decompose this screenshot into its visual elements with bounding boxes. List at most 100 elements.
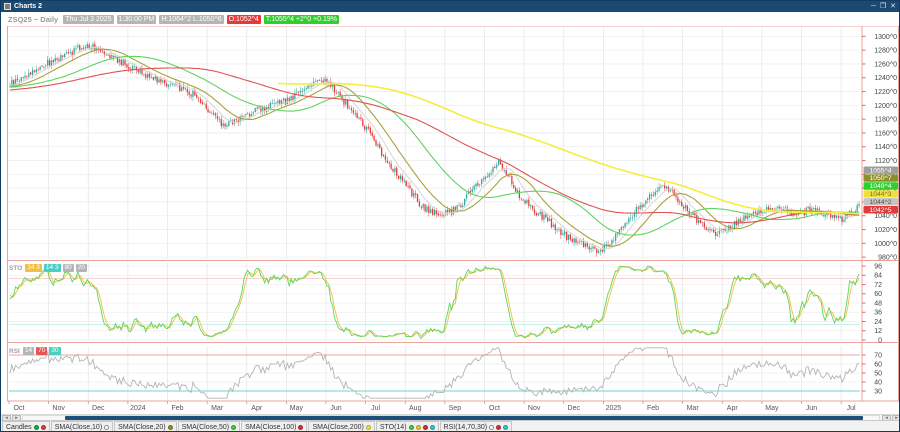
rsi-pane-header[interactable]: RSI 14 70 30	[9, 347, 61, 355]
legend-color-dot	[503, 424, 509, 430]
studies-legend-bar: Candles SMA(Close,10) SMA(Close,20) SMA(Clo…	[1, 420, 899, 431]
x-axis-label: 2024	[130, 405, 146, 412]
x-axis-label: May	[290, 405, 304, 412]
x-axis-label: Oct	[14, 405, 25, 412]
legend-color-dot	[298, 424, 304, 430]
sto-axis-tick: 36	[874, 310, 882, 317]
legend-color-dot	[40, 424, 46, 430]
x-axis-label: Dec	[92, 405, 105, 412]
sto-axis-tick: 24	[874, 319, 882, 326]
sma20-value-badge: 1050^7	[869, 175, 891, 182]
open-badge: O:1052^4	[226, 14, 261, 24]
legend-item-sto-14[interactable]: STO(14)	[375, 421, 439, 431]
x-axis-label: May	[765, 405, 779, 412]
rsi-axis-tick: 50	[874, 370, 882, 377]
x-axis-label: Aug	[409, 405, 422, 412]
sto-param-badge-0: 14 3	[25, 264, 42, 272]
legend-color-dot	[231, 424, 237, 430]
x-axis-label: Oct	[489, 405, 500, 412]
legend-label: Candles	[6, 423, 32, 431]
x-axis-label: 2025	[606, 405, 622, 412]
legend-item-candles[interactable]: Candles	[2, 421, 50, 431]
sto-axis-tick: 12	[874, 328, 882, 335]
date-badge: Thu Jul 3 2025	[63, 14, 114, 24]
window-title: Charts 2	[14, 2, 43, 10]
overlay-line-sma-20	[9, 48, 860, 247]
legend-item-sma-close-10[interactable]: SMA(Close,10)	[50, 421, 114, 431]
sma10-value-badge: 1044^2	[869, 199, 891, 206]
legend-label: RSI(14,70,30)	[443, 423, 488, 431]
price-axis-tick: 1180^0	[875, 117, 897, 124]
price-axis-tick: 1040^0	[874, 213, 897, 220]
x-axis-label: Feb	[171, 405, 183, 412]
chart-app-icon	[4, 3, 11, 10]
sto-pane-header[interactable]: STO 14 3 14 3 80 20	[9, 264, 88, 272]
legend-label: SMA(Close,100)	[245, 423, 297, 431]
rsi-label: RSI	[9, 347, 20, 355]
x-axis-label: Feb	[647, 405, 659, 412]
sto-axis-tick: 60	[874, 291, 882, 298]
legend-color-dot	[429, 424, 435, 430]
rsi-axis-tick: 70	[874, 352, 882, 359]
x-axis-label: Apr	[251, 405, 263, 412]
price-axis-tick: 1000^0	[874, 241, 897, 248]
price-axis-tick: 1240^0	[874, 75, 897, 82]
legend-color-dot	[496, 424, 502, 430]
last-change-badge: T:1055^4 +2^0 +0.19%	[263, 14, 339, 24]
legend-color-dot	[422, 424, 428, 430]
legend-item-sma-close-200[interactable]: SMA(Close,200)	[308, 421, 375, 431]
legend-item-sma-close-100[interactable]: SMA(Close,100)	[241, 421, 308, 431]
legend-label: SMA(Close,50)	[181, 423, 230, 431]
sma200-value-badge: 1044^3	[869, 191, 891, 198]
price-axis-tick: 1020^0	[874, 227, 897, 234]
legend-label: SMA(Close,10)	[54, 423, 103, 431]
legend-color-dot	[104, 424, 110, 430]
chart-canvas[interactable]: Oct Nov Dec 2024 Feb Mar Apr May Jun Jul Aug Sep Oct…	[1, 1, 900, 432]
price-axis-tick: 1260^0	[874, 61, 897, 68]
maximize-button[interactable]: ❐	[880, 2, 886, 11]
titlebar[interactable]: Charts 2 ─ ❐ ✕	[1, 1, 899, 12]
legend-color-dot	[408, 424, 414, 430]
sto-axis-tick: 48	[874, 300, 882, 307]
high-low-badge: H:1064^2 L:1050^6	[159, 14, 224, 24]
legend-color-dot	[415, 424, 421, 430]
sto-percent-k-line	[9, 265, 860, 340]
window-controls: ─ ❐ ✕	[871, 2, 896, 11]
legend-color-dot	[365, 424, 371, 430]
sto-percent-d-line	[9, 266, 860, 338]
sto-axis-tick: 72	[874, 282, 882, 289]
rsi-param-badge-0: 14	[22, 347, 35, 355]
rsi-param-badge-2: 30	[49, 347, 61, 355]
price-axis-tick: 1300^0	[874, 34, 897, 41]
sto-axis-tick: 84	[874, 273, 882, 280]
sto-param-badge-3: 20	[75, 264, 88, 272]
rsi-axis-tick: 30	[874, 388, 882, 395]
price-axis-tick: 1140^0	[875, 144, 897, 151]
sma100-value-badge: 1042^5	[869, 207, 891, 214]
rsi-param-badge-1: 70	[36, 347, 48, 355]
legend-item-sma-close-20[interactable]: SMA(Close,20)	[114, 421, 177, 431]
time-badge: 1:30:00 PM	[116, 14, 157, 24]
legend-label: SMA(Close,20)	[118, 423, 166, 431]
x-axis-label: Apr	[727, 405, 739, 412]
legend-color-dot	[489, 424, 495, 430]
x-axis-label: Jul	[847, 405, 856, 412]
sto-param-badge-2: 80	[62, 264, 74, 272]
rsi-axis-tick: 60	[874, 361, 882, 368]
x-axis-label: Jun	[806, 405, 817, 412]
minimize-button[interactable]: ─	[871, 2, 876, 11]
close-button[interactable]: ✕	[890, 2, 896, 11]
price-axis-tick: 1160^0	[875, 130, 897, 137]
price-axis-tick: 1120^0	[875, 158, 897, 165]
sto-label: STO	[9, 264, 23, 272]
sma50-value-badge: 1049^4	[869, 183, 891, 190]
legend-label: STO(14)	[379, 423, 407, 431]
price-axis-tick: 1200^0	[874, 103, 897, 110]
legend-item-sma-close-50[interactable]: SMA(Close,50)	[177, 421, 241, 431]
legend-item-rsi-14-70-30[interactable]: RSI(14,70,30)	[439, 421, 513, 431]
price-axis-tick: 1220^0	[874, 89, 897, 96]
chart-window: Oct Nov Dec 2024 Feb Mar Apr May Jun Jul Aug Sep Oct…	[0, 0, 900, 432]
x-axis-label: Mar	[687, 405, 700, 412]
x-axis-label: Nov	[52, 405, 65, 412]
x-axis-label: Mar	[211, 405, 224, 412]
